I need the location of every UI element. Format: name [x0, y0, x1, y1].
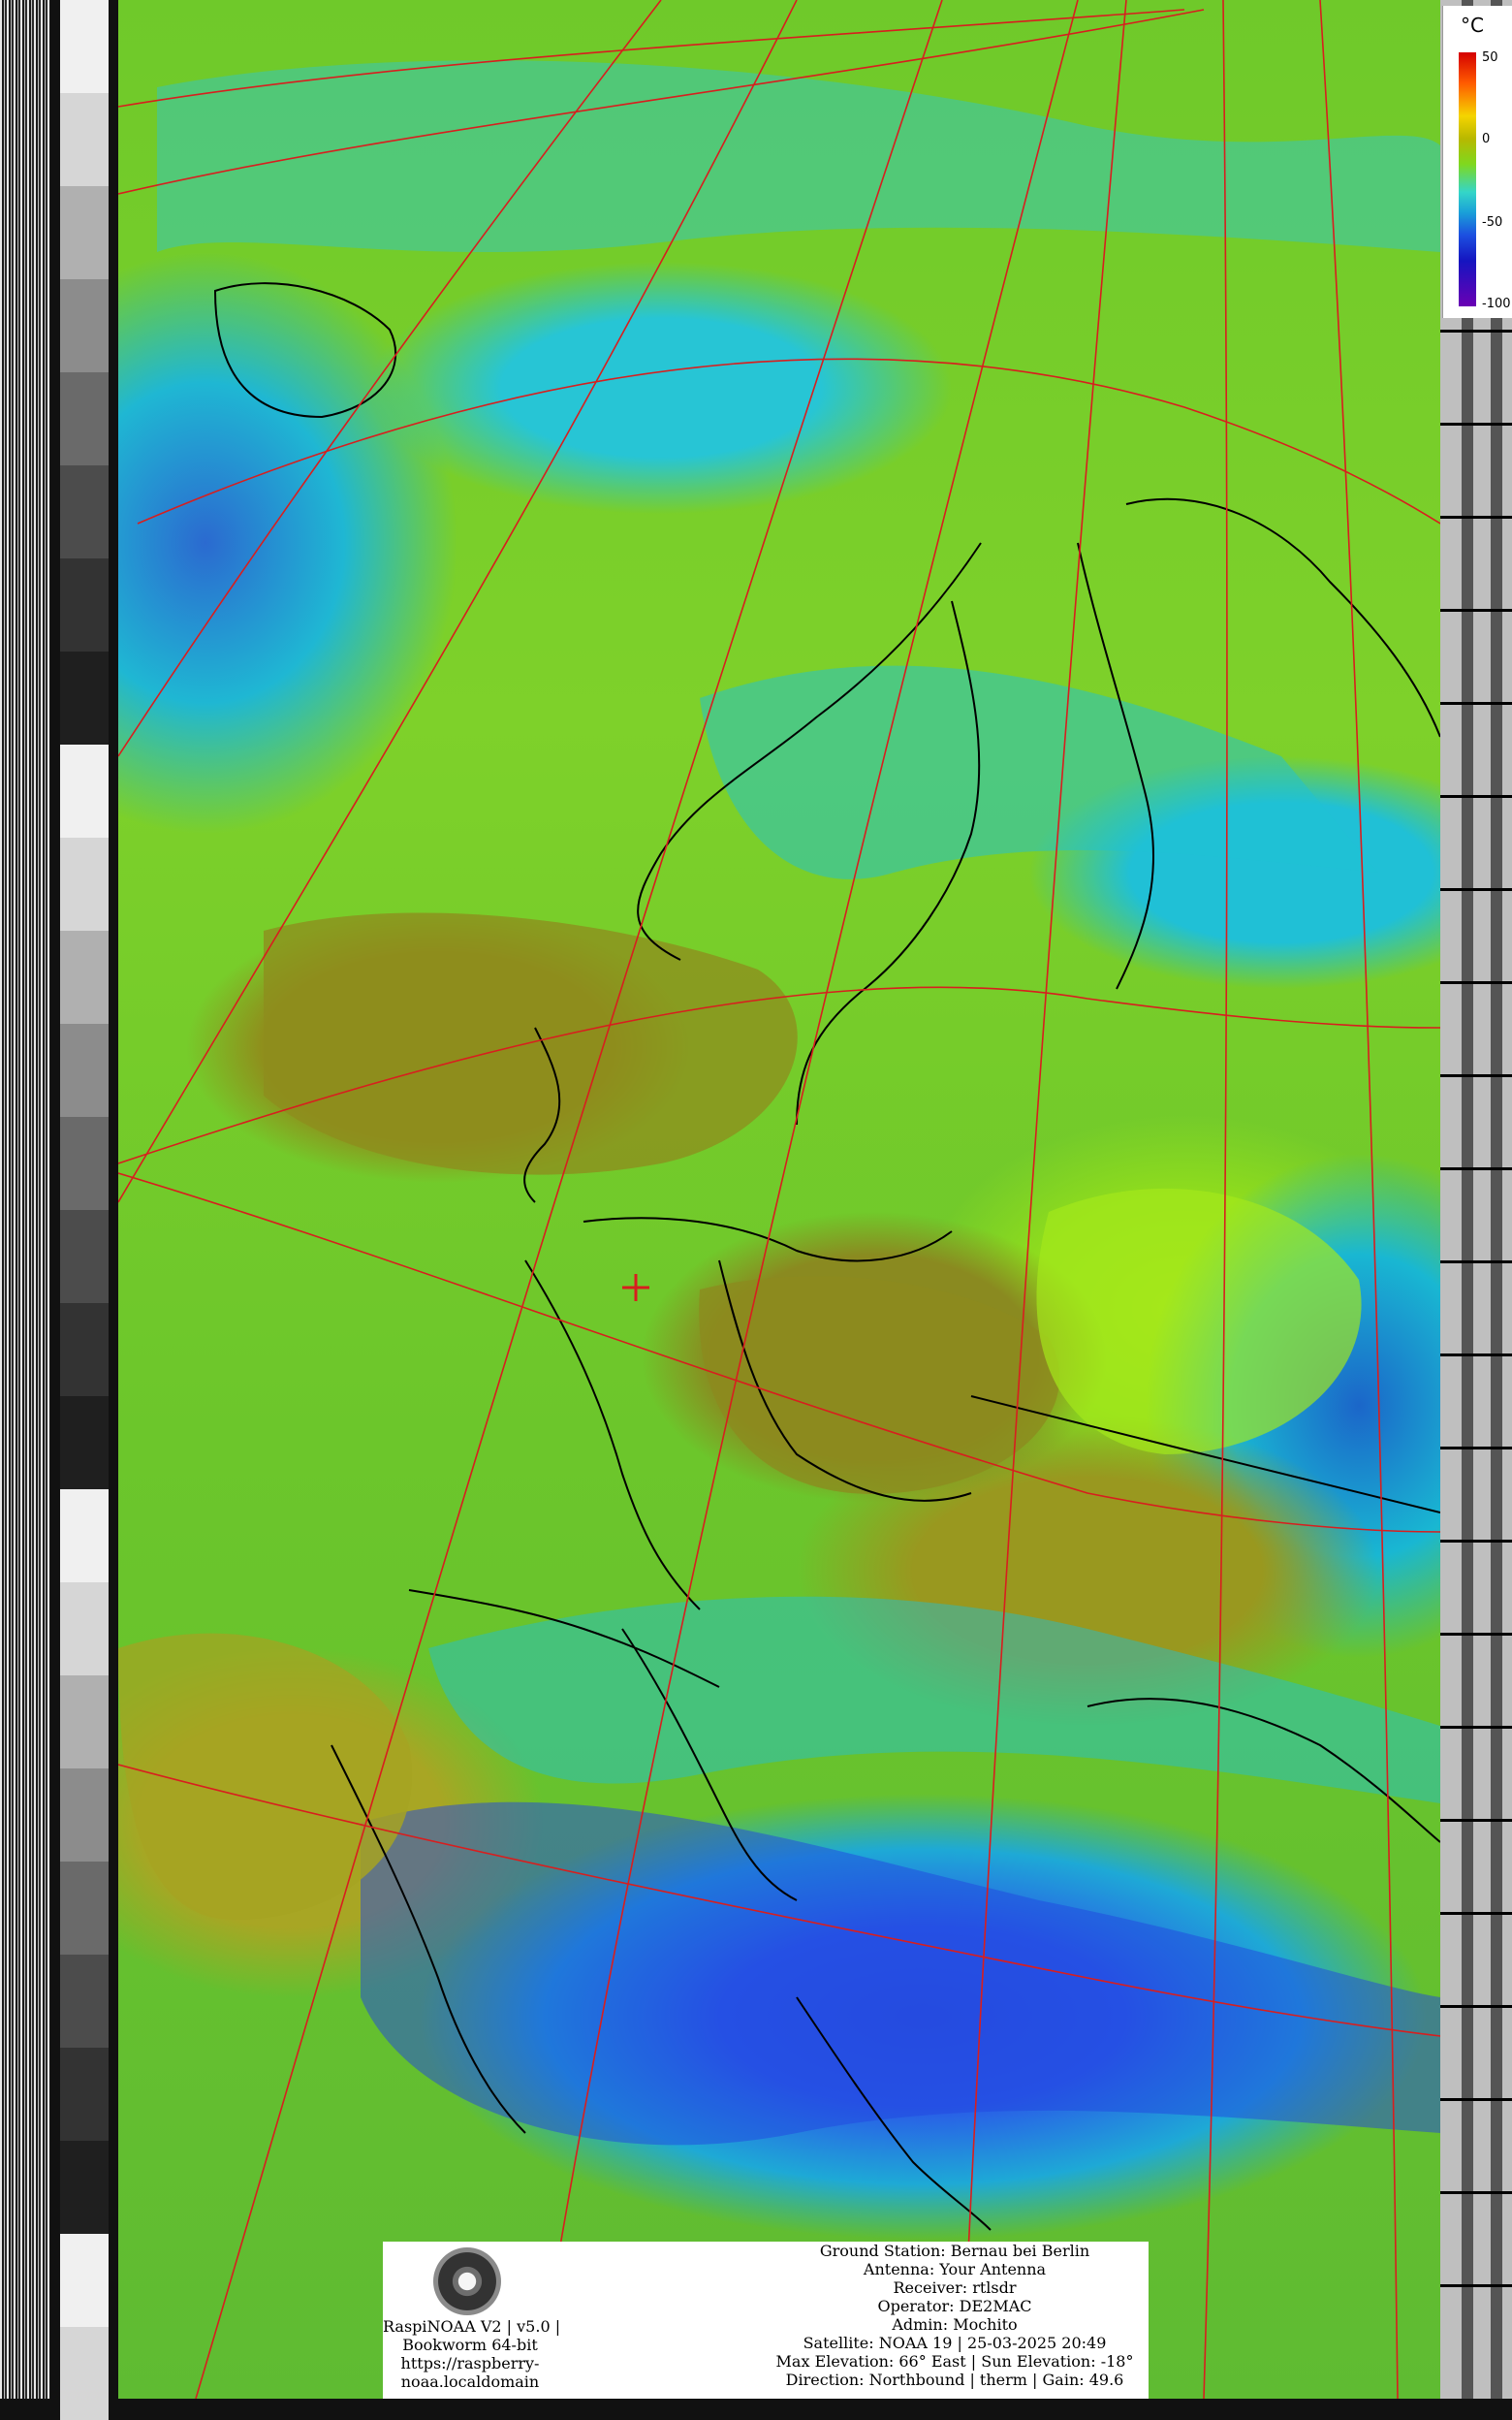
telemetry-wedge	[50, 1582, 118, 1675]
cloud-band-north	[157, 60, 1440, 252]
blue-cloud-mediterranean	[361, 1801, 1440, 2146]
telemetry-wedge	[50, 652, 118, 745]
map-overlay	[118, 0, 1440, 2399]
telemetry-lane	[1491, 0, 1502, 2399]
telemetry-tick	[1440, 1260, 1512, 1263]
germany-border	[524, 1259, 701, 1610]
lime-region-belarus	[1036, 1188, 1362, 1454]
receiver: Receiver: rtlsdr	[893, 2278, 1017, 2297]
telemetry-tick	[1440, 1353, 1512, 1356]
olive-land-poland	[699, 1276, 1060, 1494]
admin: Admin: Mochito	[892, 2315, 1018, 2334]
telemetry-wedge	[50, 465, 118, 558]
telemetry-tick	[1440, 1912, 1512, 1915]
kola-coast	[1125, 497, 1440, 738]
telemetry-strip-right	[1440, 0, 1512, 2399]
telemetry-wedge	[50, 2234, 118, 2327]
temperature-legend: °C 50 0 -50 -100	[1442, 6, 1512, 318]
telemetry-wedge	[50, 186, 118, 279]
legend-label-minus-50: -50	[1482, 215, 1503, 230]
telemetry-wedge	[50, 1024, 118, 1117]
telemetry-tick	[1440, 1074, 1512, 1077]
telemetry-tick	[1440, 2098, 1512, 2101]
telemetry-tick	[1440, 2191, 1512, 2194]
antenna: Antenna: Your Antenna	[863, 2260, 1047, 2278]
telemetry-tick	[1440, 1167, 1512, 1170]
telemetry-wedge	[50, 1210, 118, 1303]
olive-land-denmark	[264, 912, 798, 1175]
telemetry-tick	[1440, 1447, 1512, 1449]
telemetry-lane	[1462, 0, 1473, 2399]
telemetry-wedge	[50, 1675, 118, 1768]
host-url-line-2: noaa.localdomain	[400, 2372, 540, 2391]
satellite-dish-logo	[433, 2247, 501, 2315]
telemetry-tick	[1440, 516, 1512, 519]
telemetry-wedge	[50, 1396, 118, 1489]
telemetry-wedge	[50, 2048, 118, 2141]
telemetry-wedge	[50, 1955, 118, 2048]
telemetry-tick	[1440, 2005, 1512, 2008]
telemetry-wedge	[50, 1117, 118, 1210]
software-version: RaspiNOAA V2 | v5.0 |	[383, 2317, 561, 2336]
legend-label-50: 50	[1482, 50, 1498, 65]
iceland-coast	[213, 282, 397, 419]
legend-unit: °C	[1461, 14, 1484, 37]
telemetry-wedge	[50, 745, 118, 838]
elevation: Max Elevation: 66° East | Sun Elevation:…	[775, 2352, 1134, 2371]
cloud-band-scandinavia	[700, 665, 1378, 879]
direction-gain: Direction: Northbound | therm | Gain: 49…	[785, 2371, 1124, 2389]
telemetry-tick	[1440, 1819, 1512, 1822]
telemetry-tick	[1440, 795, 1512, 798]
telemetry-tick	[1440, 1540, 1512, 1543]
telemetry-wedge	[50, 1303, 118, 1396]
telemetry-wedge	[50, 2141, 118, 2234]
ground-station-marker	[622, 1274, 649, 1301]
satellite-pass: Satellite: NOAA 19 | 25-03-2025 20:49	[803, 2334, 1107, 2352]
telemetry-tick	[1440, 981, 1512, 984]
telemetry-wedge	[50, 2327, 118, 2420]
cloud-features	[118, 60, 1440, 2146]
telemetry-wedge	[50, 279, 118, 372]
telemetry-wedges-left	[50, 0, 118, 2420]
telemetry-wedge	[50, 558, 118, 652]
telemetry-wedge	[50, 931, 118, 1024]
telemetry-tick	[1440, 888, 1512, 891]
telemetry-wedge	[50, 838, 118, 931]
satellite-thermal-map	[118, 0, 1440, 2399]
telemetry-wedge	[50, 1862, 118, 1955]
telemetry-wedge	[50, 1768, 118, 1862]
operator: Operator: DE2MAC	[877, 2297, 1032, 2315]
telemetry-tick	[1440, 702, 1512, 705]
os-version: Bookworm 64-bit	[402, 2336, 538, 2354]
legend-label-0: 0	[1482, 132, 1491, 146]
telemetry-tick	[1440, 2284, 1512, 2287]
telemetry-tick	[1440, 1633, 1512, 1636]
telemetry-wedge	[50, 93, 118, 186]
host-url-line-1: https://raspberry-	[400, 2354, 540, 2372]
telemetry-wedge	[50, 372, 118, 465]
telemetry-tick	[1440, 609, 1512, 612]
ground-station: Ground Station: Bernau bei Berlin	[819, 2242, 1090, 2260]
legend-color-bar	[1459, 52, 1476, 306]
telemetry-wedge	[50, 0, 118, 93]
telemetry-tick	[1440, 1726, 1512, 1729]
legend-label-minus-100: -100	[1482, 297, 1511, 311]
telemetry-tick	[1440, 423, 1512, 426]
telemetry-wedge	[50, 1489, 118, 1582]
sync-strip	[0, 0, 50, 2399]
telemetry-tick	[1440, 330, 1512, 333]
station-info-panel: RaspiNOAA V2 | v5.0 | Bookworm 64-bit ht…	[383, 2242, 1149, 2399]
